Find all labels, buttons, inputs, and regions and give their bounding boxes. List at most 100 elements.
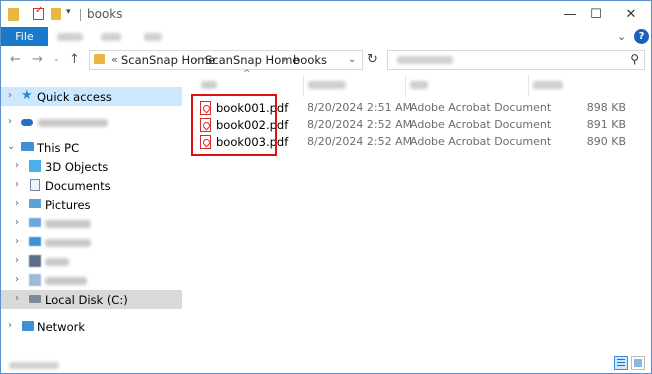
forward-arrow-icon[interactable]: → — [32, 52, 43, 67]
sidebar-item-label: Documents — [45, 179, 111, 193]
explorer-window: ✓ ▾ books — ☐ ✕ File ⌄ ? ← → ⌄ ↑ « ScanS… — [0, 0, 652, 374]
new-folder-icon[interactable] — [51, 8, 61, 20]
column-divider[interactable] — [528, 75, 529, 97]
navigation-pane: › ★ Quick access › ⌄ This PC › 3D Object… — [1, 75, 183, 347]
breadcrumb-item-current[interactable]: books — [293, 53, 327, 67]
chevron-right-icon[interactable]: › — [15, 160, 19, 171]
details-view-icon[interactable] — [614, 356, 628, 370]
refresh-icon[interactable]: ↻ — [367, 52, 378, 67]
chevron-right-icon[interactable]: › — [15, 198, 19, 209]
file-type: Adobe Acrobat Document — [410, 118, 552, 131]
chevron-right-icon[interactable]: › — [8, 320, 12, 331]
breadcrumb-item[interactable]: ScanSnap Home — [121, 53, 216, 67]
chevron-down-icon[interactable]: ⌄ — [7, 141, 15, 152]
back-arrow-icon[interactable]: ← — [10, 52, 21, 67]
sidebar-item-downloads[interactable]: › — [1, 233, 182, 252]
sidebar-item-label: Local Disk (C:) — [45, 293, 128, 307]
tab-file[interactable]: File — [1, 27, 48, 46]
breadcrumb-overflow[interactable]: « — [111, 53, 118, 66]
sidebar-item-onedrive[interactable]: › — [1, 113, 182, 132]
file-size: 891 KB — [586, 118, 626, 131]
sort-ascending-icon: ^ — [243, 69, 251, 79]
file-date: 8/20/2024 2:52 AM — [307, 135, 413, 148]
star-icon: ★ — [21, 88, 33, 103]
picture-icon — [29, 199, 41, 208]
chevron-right-icon[interactable]: › — [15, 274, 19, 285]
chevron-right-icon[interactable]: › — [8, 116, 12, 127]
address-dropdown-icon[interactable]: ⌄ — [348, 54, 356, 65]
column-header-name[interactable] — [201, 81, 217, 89]
sidebar-item-label: This PC — [37, 141, 80, 155]
sidebar-item-3d-objects[interactable]: › 3D Objects — [1, 157, 182, 176]
column-header-size[interactable] — [533, 81, 563, 89]
drive-icon — [29, 295, 41, 303]
navigation-bar: ← → ⌄ ↑ « ScanSnap Home › ScanSnap Home … — [1, 47, 651, 73]
properties-icon[interactable]: ✓ — [33, 5, 44, 20]
sidebar-item-label: Pictures — [45, 198, 91, 212]
sidebar-item-this-pc[interactable]: ⌄ This PC — [1, 138, 182, 157]
folder-icon — [94, 54, 105, 64]
folder-icon — [8, 8, 19, 21]
window-title: books — [87, 7, 123, 21]
sidebar-item-videos[interactable]: › — [1, 252, 182, 271]
chevron-right-icon[interactable]: › — [15, 217, 19, 228]
chevron-down-icon[interactable]: ⌄ — [617, 30, 626, 43]
recent-locations-icon[interactable]: ⌄ — [53, 54, 60, 63]
file-type: Adobe Acrobat Document — [410, 101, 552, 114]
tab-home[interactable] — [57, 33, 83, 41]
sidebar-item-label: 3D Objects — [45, 160, 109, 174]
file-date: 8/20/2024 2:52 AM — [307, 118, 413, 131]
search-placeholder — [397, 56, 453, 64]
column-header-date[interactable] — [308, 81, 346, 89]
title-divider — [80, 9, 81, 21]
customize-toolbar-icon[interactable]: ▾ — [66, 7, 71, 17]
network-icon — [22, 321, 34, 331]
status-item-count — [9, 362, 59, 369]
close-button[interactable]: ✕ — [608, 1, 651, 29]
sidebar-item-label — [45, 220, 91, 228]
address-bar[interactable]: « ScanSnap Home › ScanSnap Home › books … — [89, 50, 363, 70]
sidebar-item-documents[interactable]: › Documents — [1, 176, 182, 195]
help-icon[interactable]: ? — [634, 29, 649, 44]
title-bar: ✓ ▾ books — ☐ ✕ — [1, 1, 651, 29]
ribbon-tabs: File ⌄ ? — [1, 27, 651, 46]
search-icon: ⚲ — [630, 52, 639, 66]
chevron-right-icon[interactable]: › — [15, 255, 19, 266]
computer-icon — [21, 142, 34, 151]
chevron-right-icon[interactable]: › — [15, 293, 19, 304]
sidebar-item-label — [45, 277, 87, 285]
sidebar-item-label: Quick access — [37, 90, 112, 104]
video-icon — [29, 255, 41, 267]
sidebar-item-desktop[interactable]: › — [1, 214, 182, 233]
download-icon — [29, 237, 41, 246]
breadcrumb-separator-icon[interactable]: › — [282, 53, 286, 66]
sidebar-item-network[interactable]: › Network — [1, 317, 182, 336]
highlight-box — [191, 94, 277, 156]
cube-icon — [29, 160, 41, 172]
up-arrow-icon[interactable]: ↑ — [69, 52, 80, 67]
column-divider[interactable] — [303, 75, 304, 97]
chevron-right-icon[interactable]: › — [15, 236, 19, 247]
large-icons-view-icon[interactable] — [631, 356, 645, 370]
chevron-right-icon[interactable]: › — [15, 179, 19, 190]
music-icon — [29, 274, 41, 286]
file-date: 8/20/2024 2:51 AM — [307, 101, 413, 114]
chevron-right-icon[interactable]: › — [8, 90, 12, 101]
tab-view[interactable] — [144, 33, 162, 41]
search-input[interactable]: ⚲ — [387, 50, 645, 70]
sidebar-item-music[interactable]: › — [1, 271, 182, 290]
file-size: 898 KB — [586, 101, 626, 114]
breadcrumb-separator-icon[interactable]: › — [194, 53, 198, 66]
document-icon — [30, 179, 40, 191]
sidebar-item-label — [38, 119, 108, 127]
sidebar-item-local-disk[interactable]: › Local Disk (C:) — [1, 290, 182, 309]
sidebar-item-pictures[interactable]: › Pictures — [1, 195, 182, 214]
column-divider[interactable] — [405, 75, 406, 97]
sidebar-item-quick-access[interactable]: › ★ Quick access — [1, 87, 182, 106]
file-size: 890 KB — [586, 135, 626, 148]
sidebar-item-label — [45, 258, 69, 266]
column-header-type[interactable] — [410, 81, 428, 89]
tab-share[interactable] — [101, 33, 121, 41]
desktop-icon — [29, 218, 41, 227]
file-type: Adobe Acrobat Document — [410, 135, 552, 148]
